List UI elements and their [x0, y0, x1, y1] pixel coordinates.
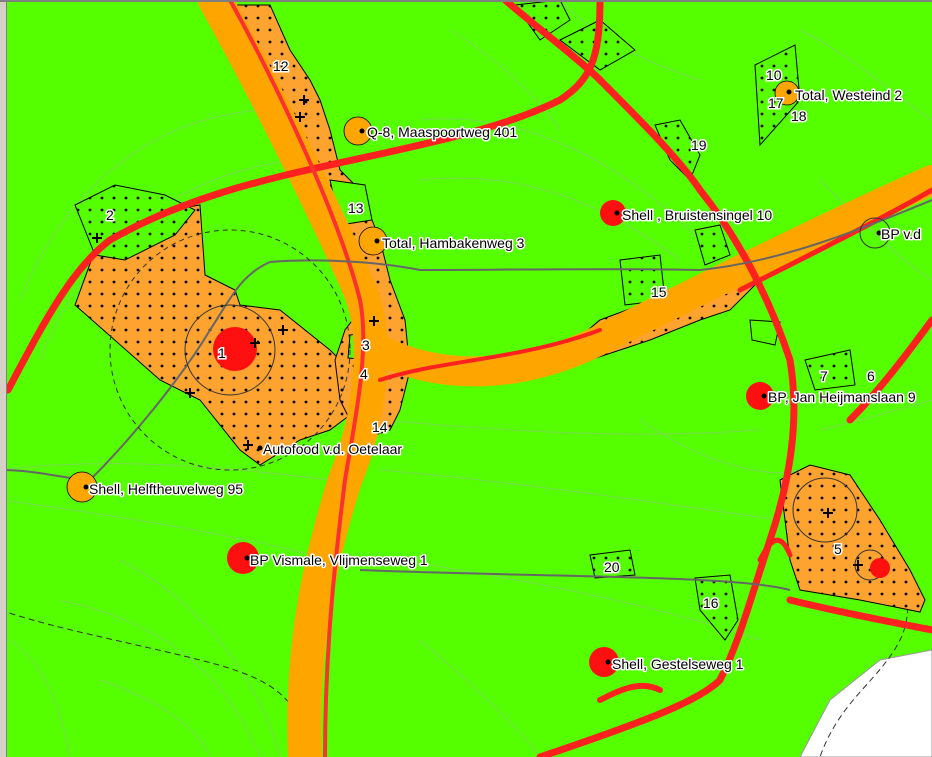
- station-label-bp-vd: BP v.d: [881, 226, 921, 242]
- zone-label: 3: [362, 337, 370, 353]
- zone-label: 4: [360, 366, 368, 382]
- zone-label: 7: [820, 368, 828, 384]
- window-frame-left: [0, 0, 7, 757]
- zone-label: 16: [703, 595, 719, 611]
- zone-label: 6: [867, 368, 875, 384]
- window-frame-top: [0, 0, 932, 2]
- zone-label: 14: [372, 419, 388, 435]
- zone-label: 1: [218, 345, 226, 361]
- station-marker-orange[interactable]: [870, 558, 890, 578]
- zone-label: 17: [768, 95, 784, 111]
- zone-label: 18: [791, 108, 807, 124]
- zone-label: 10: [766, 67, 782, 83]
- station-label-shell-helftheuvelweg: Shell, Helftheuvelweg 95: [89, 481, 243, 497]
- station-label-autofood: Autofood v.d. Oetelaar: [263, 441, 402, 457]
- zone-label: 5: [834, 541, 842, 557]
- map-viewport[interactable]: Q-8, Maaspoortweg 401 Total, Westeind 2 …: [0, 0, 932, 757]
- zone-label: 12: [273, 58, 289, 74]
- station-label-q8: Q-8, Maaspoortweg 401: [367, 124, 517, 140]
- zone-label: 2: [106, 207, 114, 223]
- station-label-total-westeind: Total, Westeind 2: [795, 87, 902, 103]
- station-label-bp-vismale: BP Vismale, Vlijmenseweg 1: [250, 552, 428, 568]
- risk-contour-map[interactable]: Q-8, Maaspoortweg 401 Total, Westeind 2 …: [0, 0, 932, 757]
- zone-label: 19: [691, 137, 707, 153]
- station-label-shell-gestelseweg: Shell, Gestelseweg 1: [612, 656, 744, 672]
- zone-label: 20: [604, 559, 620, 575]
- zone-label: 13: [348, 200, 364, 216]
- station-label-bp-heijmanslaan: BP, Jan Heijmanslaan 9: [768, 389, 916, 405]
- station-label-shell-bruistensingel: Shell , Bruistensingel 10: [622, 207, 772, 223]
- station-label-total-hambakenweg: Total, Hambakenweg 3: [382, 235, 525, 251]
- zone-label: 15: [651, 284, 667, 300]
